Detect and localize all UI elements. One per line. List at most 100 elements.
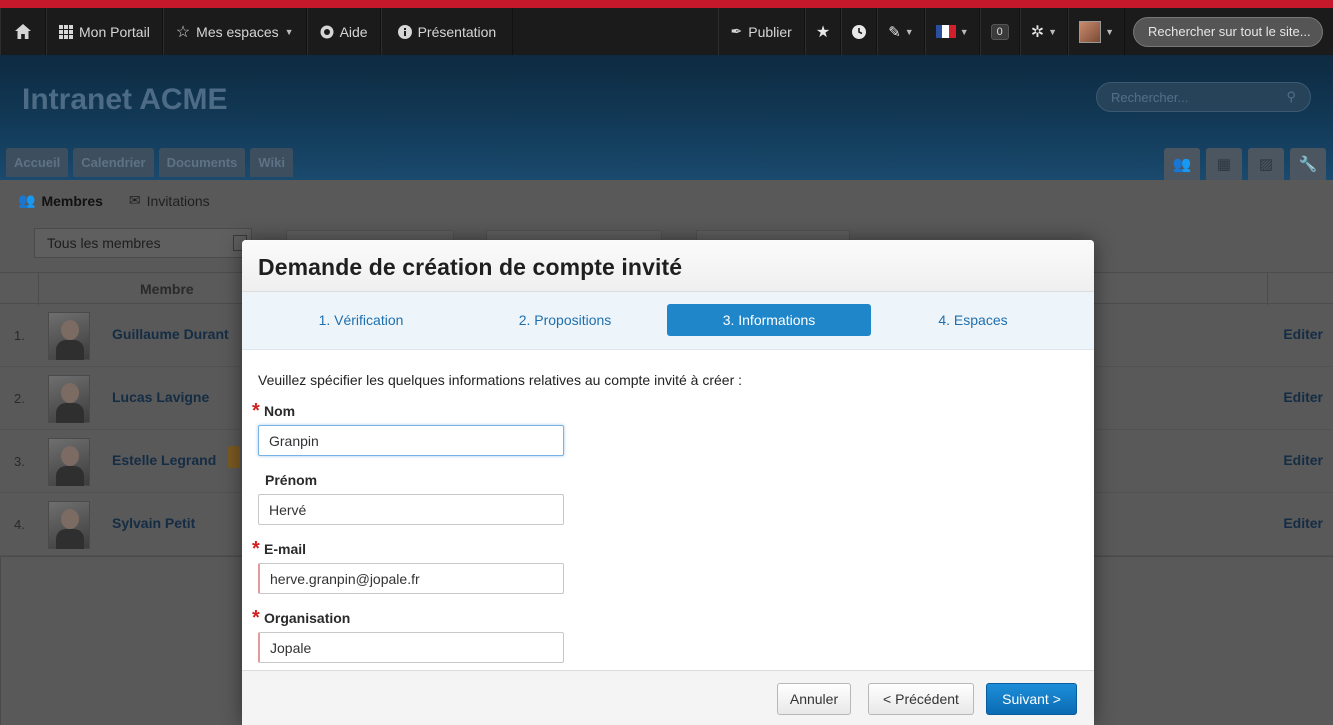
caret-down-icon: ▼ — [284, 26, 294, 37]
space-tools: 👥 ▦ ▨ 🔧 — [1164, 148, 1326, 180]
email-input[interactable] — [258, 563, 564, 594]
image-icon: ▨ — [1258, 156, 1274, 173]
member-name[interactable]: Guillaume Durant — [112, 326, 229, 342]
site-title: Intranet ACME — [22, 83, 228, 116]
member-name[interactable]: Lucas Lavigne — [112, 389, 209, 405]
nav-label: Aide — [339, 23, 368, 40]
step-espaces[interactable]: 4. Espaces — [871, 304, 1075, 336]
subtab-membres[interactable]: 👥 Membres — [18, 192, 103, 209]
publish-label: Publier — [748, 23, 792, 40]
edit-link[interactable]: Editer — [1283, 326, 1323, 342]
star-icon: ★ — [815, 23, 831, 41]
members-filter-select[interactable]: Tous les membres — [34, 228, 252, 258]
divider — [0, 556, 1, 725]
caret-down-icon: ▼ — [904, 26, 914, 37]
dialog-header: Demande de création de compte invité — [242, 240, 1094, 292]
member-name[interactable]: Estelle Legrand — [112, 452, 216, 468]
user-menu-button[interactable]: ▼ — [1068, 8, 1125, 55]
wizard-steps: 1. Vérification 2. Propositions 3. Infor… — [242, 292, 1094, 350]
nav-presentation[interactable]: Présentation — [380, 8, 514, 55]
required-marker: * — [252, 400, 260, 422]
admin-tool-button[interactable]: 🔧 — [1290, 148, 1326, 180]
favorites-button[interactable]: ★ — [804, 8, 842, 55]
users-icon: 👥 — [18, 192, 36, 208]
home-icon — [15, 24, 31, 39]
subtab-label: Membres — [41, 192, 103, 209]
envelope-icon: ✉ — [128, 192, 141, 208]
nom-input[interactable] — [258, 425, 564, 456]
site-search-input[interactable]: Rechercher... ⚲ — [1096, 82, 1311, 112]
members-tool-button[interactable]: 👥 — [1164, 148, 1200, 180]
users-icon: 👥 — [1172, 156, 1192, 173]
site-search-placeholder: Rechercher... — [1111, 89, 1189, 105]
required-marker: * — [252, 607, 260, 629]
member-photo — [48, 438, 90, 486]
subtab-invitations[interactable]: ✉ Invitations — [129, 192, 210, 209]
notification-count: 0 — [990, 23, 1009, 40]
global-search-input[interactable]: Rechercher sur tout le site... — [1133, 16, 1323, 47]
grid-icon — [59, 24, 73, 39]
notifications-button[interactable]: 0 — [979, 8, 1020, 55]
label-text: E-mail — [264, 541, 307, 557]
nav-mes-espaces[interactable]: ☆ Mes espaces ▼ — [162, 8, 307, 55]
tab-accueil[interactable]: Accueil — [6, 148, 69, 177]
star-outline-icon: ☆ — [175, 23, 191, 41]
caret-down-icon: ▼ — [1048, 26, 1058, 37]
avatar — [1079, 20, 1102, 43]
nav-label: Mes espaces — [196, 23, 279, 40]
filter-value: Tous les membres — [47, 235, 161, 251]
edit-link[interactable]: Editer — [1283, 452, 1323, 468]
status-badge — [228, 446, 240, 468]
prenom-input[interactable] — [258, 494, 564, 525]
column-divider — [1267, 273, 1268, 305]
brand-strip — [0, 0, 1333, 8]
top-navbar: Mon Portail ☆ Mes espaces ▼ Aide Présent… — [0, 8, 1333, 55]
field-label: * Nom — [252, 400, 1078, 422]
next-button[interactable]: Suivant > — [986, 683, 1077, 715]
nav-label: Mon Portail — [79, 23, 150, 40]
organisation-input[interactable] — [258, 632, 564, 663]
member-name[interactable]: Sylvain Petit — [112, 515, 195, 531]
previous-button[interactable]: < Précédent — [868, 683, 974, 715]
required-marker: * — [252, 538, 260, 560]
subtab-label: Invitations — [146, 192, 210, 209]
caret-down-icon: ▼ — [1105, 26, 1114, 37]
step-informations[interactable]: 3. Informations — [667, 304, 871, 336]
field-email: * E-mail — [252, 538, 1078, 594]
site-header: Intranet ACME Rechercher... ⚲ Accueil Ca… — [0, 55, 1333, 180]
settings-menu-button[interactable]: ✲ ▼ — [1019, 8, 1069, 55]
member-photo — [48, 312, 90, 360]
publish-button[interactable]: ✒ Publier — [717, 8, 805, 55]
cancel-button[interactable]: Annuler — [777, 683, 851, 715]
dialog-footer: Annuler < Précédent Suivant > — [242, 670, 1094, 725]
tab-calendrier[interactable]: Calendrier — [73, 148, 154, 177]
row-index: 2. — [14, 391, 25, 406]
nav-mon-portail[interactable]: Mon Portail — [46, 8, 163, 55]
language-menu-button[interactable]: ▼ — [924, 8, 980, 55]
edit-menu-button[interactable]: ✎ ▼ — [877, 8, 925, 55]
tab-wiki[interactable]: Wiki — [250, 148, 293, 177]
field-label: * E-mail — [252, 538, 1078, 560]
layout-tool-button[interactable]: ▦ — [1206, 148, 1242, 180]
tab-documents[interactable]: Documents — [158, 148, 246, 177]
lifebuoy-icon — [320, 25, 334, 38]
edit-link[interactable]: Editer — [1283, 515, 1323, 531]
label-text: Organisation — [264, 610, 351, 626]
nav-aide[interactable]: Aide — [306, 8, 381, 55]
gear-icon: ✲ — [1030, 23, 1045, 41]
history-button[interactable] — [841, 8, 878, 55]
guest-account-dialog: Demande de création de compte invité 1. … — [242, 240, 1094, 725]
info-icon — [397, 24, 412, 39]
instructions-text: Veuillez spécifier les quelques informat… — [258, 372, 743, 388]
edit-link[interactable]: Editer — [1283, 389, 1323, 405]
members-subtabs: 👥 Membres ✉ Invitations — [18, 192, 210, 209]
wrench-icon: 🔧 — [1298, 156, 1318, 173]
step-verification[interactable]: 1. Vérification — [259, 304, 463, 336]
home-button[interactable] — [0, 8, 46, 55]
column-divider — [38, 273, 39, 305]
image-tool-button[interactable]: ▨ — [1248, 148, 1284, 180]
search-icon: ⚲ — [1286, 89, 1296, 104]
edit-icon: ✎ — [888, 23, 901, 41]
step-propositions[interactable]: 2. Propositions — [463, 304, 667, 336]
french-flag-icon — [935, 25, 956, 38]
